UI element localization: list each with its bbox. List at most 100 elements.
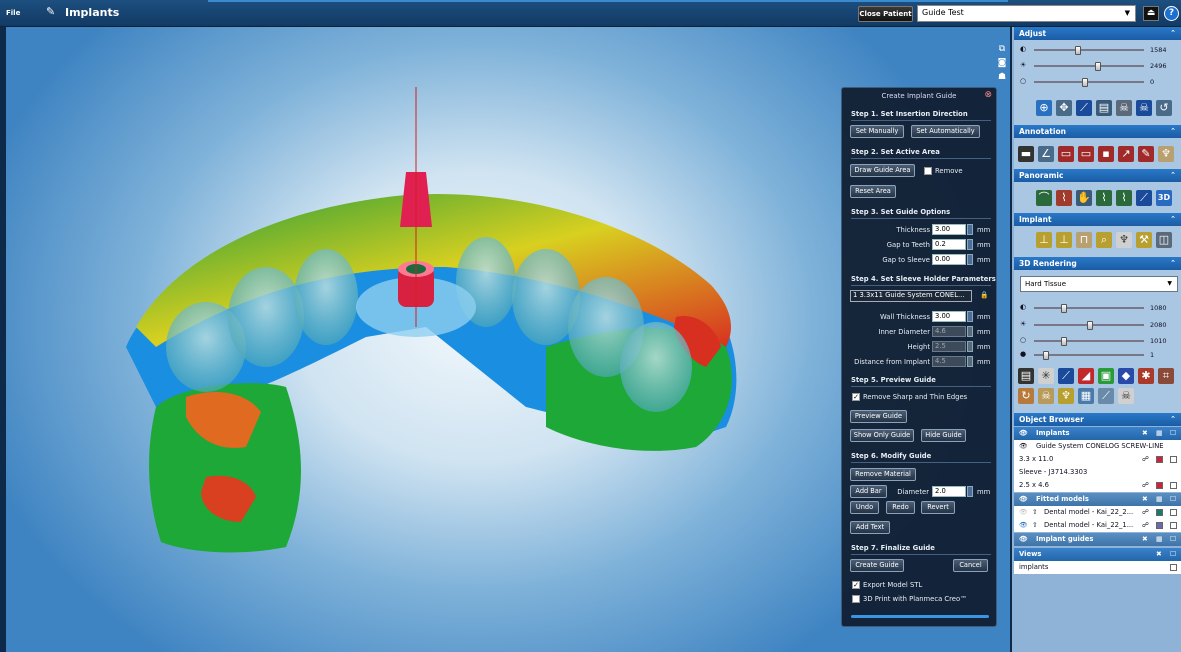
slider-thumb[interactable] <box>1087 321 1093 330</box>
implant-icon[interactable]: ⊥ <box>1056 232 1072 248</box>
visibility-icon[interactable]: ☍ <box>1142 453 1149 466</box>
model-row[interactable]: 👁 ⇧ Dental model - Kai_22_1... ☍ <box>1014 519 1181 532</box>
slider-track[interactable] <box>1034 337 1144 346</box>
hide-guide-button[interactable]: Hide Guide <box>921 429 966 442</box>
height-input[interactable]: 2.5 <box>932 341 966 352</box>
checkbox-icon[interactable]: ☐ <box>1170 533 1176 546</box>
print-creo-checkbox[interactable] <box>852 595 860 603</box>
inner-diameter-spinner[interactable] <box>967 326 973 337</box>
orientation-icon[interactable]: ☗ <box>996 72 1008 82</box>
angle-icon[interactable]: ∠ <box>1038 146 1054 162</box>
revert-button[interactable]: Revert <box>921 501 955 514</box>
camera-icon[interactable]: ◙ <box>996 58 1008 68</box>
collapse-icon[interactable]: ⌃ <box>1170 413 1176 426</box>
eye-icon[interactable]: 👁 <box>1019 533 1028 546</box>
reset-area-button[interactable]: Reset Area <box>850 185 896 198</box>
slider-track[interactable] <box>1034 304 1144 313</box>
redo-button[interactable]: Redo <box>886 501 915 514</box>
export-stl-checkbox[interactable]: ✓ <box>852 581 860 589</box>
draw-guide-area-button[interactable]: Draw Guide Area <box>850 164 915 177</box>
object-browser-header[interactable]: Object Browser ⌃ <box>1014 413 1181 426</box>
image-icon[interactable]: ▤ <box>1018 368 1034 384</box>
ruler-icon[interactable]: ▬ <box>1018 146 1034 162</box>
annotation-header[interactable]: Annotation ⌃ <box>1014 125 1181 138</box>
patient-select[interactable]: Guide Test ▼ <box>917 5 1136 22</box>
inner-diameter-input[interactable]: 4.6 <box>932 326 966 337</box>
implant-row[interactable]: 👁 Guide System CONELOG SCREW-LINE Pro... <box>1014 440 1181 463</box>
implant-tools-icon[interactable]: ⚒ <box>1136 232 1152 248</box>
implant-size-row[interactable]: 3.3 x 11.0 ☍ <box>1014 453 1181 466</box>
eye-icon[interactable]: 👁 <box>1019 440 1028 453</box>
grid-icon[interactable]: ▦ <box>1156 493 1162 506</box>
image-icon[interactable]: ▤ <box>1096 100 1112 116</box>
checkbox-icon[interactable]: ☐ <box>1170 427 1176 440</box>
add-bar-button[interactable]: Add Bar <box>850 485 887 498</box>
undo-button[interactable]: Undo <box>850 501 879 514</box>
panoramic-header[interactable]: Panoramic ⌃ <box>1014 169 1181 182</box>
delete-icon[interactable]: ✖ <box>1142 427 1148 440</box>
slider-thumb[interactable] <box>1061 337 1067 346</box>
color-swatch[interactable] <box>1156 456 1163 463</box>
tooth-icon[interactable]: ♆ <box>1158 146 1174 162</box>
create-guide-button[interactable]: Create Guide <box>850 559 904 572</box>
delete-icon[interactable]: ✖ <box>1156 548 1162 561</box>
collapse-icon[interactable]: ⌃ <box>1170 169 1176 182</box>
show-only-guide-button[interactable]: Show Only Guide <box>850 429 914 442</box>
close-icon[interactable]: ⊗ <box>984 90 992 100</box>
checkbox-icon[interactable]: ☐ <box>1170 548 1176 561</box>
slider-track[interactable] <box>1034 46 1144 55</box>
add-implant-icon[interactable]: ⊥ <box>1036 232 1052 248</box>
grid-icon[interactable]: ▦ <box>1156 533 1162 546</box>
checkbox-icon[interactable]: ☐ <box>1170 493 1176 506</box>
wall-thickness-spinner[interactable] <box>967 311 973 322</box>
implants-group-row[interactable]: 👁 Implants ✖ ▦ ☐ <box>1014 427 1181 440</box>
bone-icon[interactable]: ♆ <box>1058 388 1074 404</box>
checkbox-icon[interactable] <box>1170 564 1177 571</box>
abutment-icon[interactable]: ⊓ <box>1076 232 1092 248</box>
checkbox-icon[interactable] <box>1170 456 1177 463</box>
grid-icon[interactable]: ▦ <box>1078 388 1094 404</box>
collapse-icon[interactable]: ⌃ <box>1170 27 1176 40</box>
panoramic-slice-icon[interactable]: ⟋ <box>1136 190 1152 206</box>
eye-icon[interactable]: 👁 <box>1019 493 1028 506</box>
lock-icon[interactable]: 🔒 <box>980 291 988 299</box>
thickness-input[interactable]: 3.00 <box>932 224 966 235</box>
implant-search-icon[interactable]: ⌕ <box>1096 232 1112 248</box>
slider-track[interactable] <box>1034 321 1144 330</box>
distance-input[interactable]: 4.5 <box>932 356 966 367</box>
nerve-icon[interactable]: ⌇ <box>1096 190 1112 206</box>
slice-icon[interactable]: ⟋ <box>1076 100 1092 116</box>
implant-guides-group-row[interactable]: 👁 Implant guides ✖ ▦ ☐ <box>1014 533 1181 546</box>
slider-thumb[interactable] <box>1082 78 1088 87</box>
gap-sleeve-spinner[interactable] <box>967 254 973 265</box>
curve-icon[interactable]: ⌒ <box>1036 190 1052 206</box>
skull-view-icon[interactable]: ☠ <box>1136 100 1152 116</box>
tooth-model-icon[interactable]: ♆ <box>1116 232 1132 248</box>
slash-icon[interactable]: ⟋ <box>1098 388 1114 404</box>
box-clip-icon[interactable]: ✱ <box>1138 368 1154 384</box>
slider-track[interactable] <box>1034 351 1144 360</box>
blue-plane-icon[interactable]: ◆ <box>1118 368 1134 384</box>
slider-thumb[interactable] <box>1043 351 1049 360</box>
adjust-header[interactable]: Adjust ⌃ <box>1014 27 1181 40</box>
fitted-models-group-row[interactable]: 👁 Fitted models ✖ ▦ ☐ <box>1014 493 1181 506</box>
area-icon[interactable]: ▭ <box>1078 146 1094 162</box>
checkbox-icon[interactable] <box>1170 509 1177 516</box>
pan-icon[interactable]: ✥ <box>1056 100 1072 116</box>
rendering-header[interactable]: 3D Rendering ⌃ <box>1014 257 1181 270</box>
skull-icon[interactable]: ☠ <box>1116 100 1132 116</box>
remove-sharp-checkbox[interactable]: ✓ <box>852 393 860 401</box>
slider-thumb[interactable] <box>1075 46 1081 55</box>
fullscreen-icon[interactable]: ⏏ <box>1143 6 1159 21</box>
eye-icon[interactable]: 👁 <box>1019 427 1028 440</box>
preview-guide-button[interactable]: Preview Guide <box>850 410 907 423</box>
measure-icon[interactable]: ▭ <box>1058 146 1074 162</box>
checkbox-icon[interactable] <box>1170 522 1177 529</box>
color-swatch[interactable] <box>1156 509 1163 516</box>
nerve-edit-icon[interactable]: ⌇ <box>1116 190 1132 206</box>
sleeve-row[interactable]: Sleeve - J3714.3303 <box>1014 466 1181 479</box>
diameter-spinner[interactable] <box>967 486 973 497</box>
height-spinner[interactable] <box>967 341 973 352</box>
delete-icon[interactable]: ✖ <box>1142 493 1148 506</box>
remove-material-button[interactable]: Remove Material <box>850 468 916 481</box>
